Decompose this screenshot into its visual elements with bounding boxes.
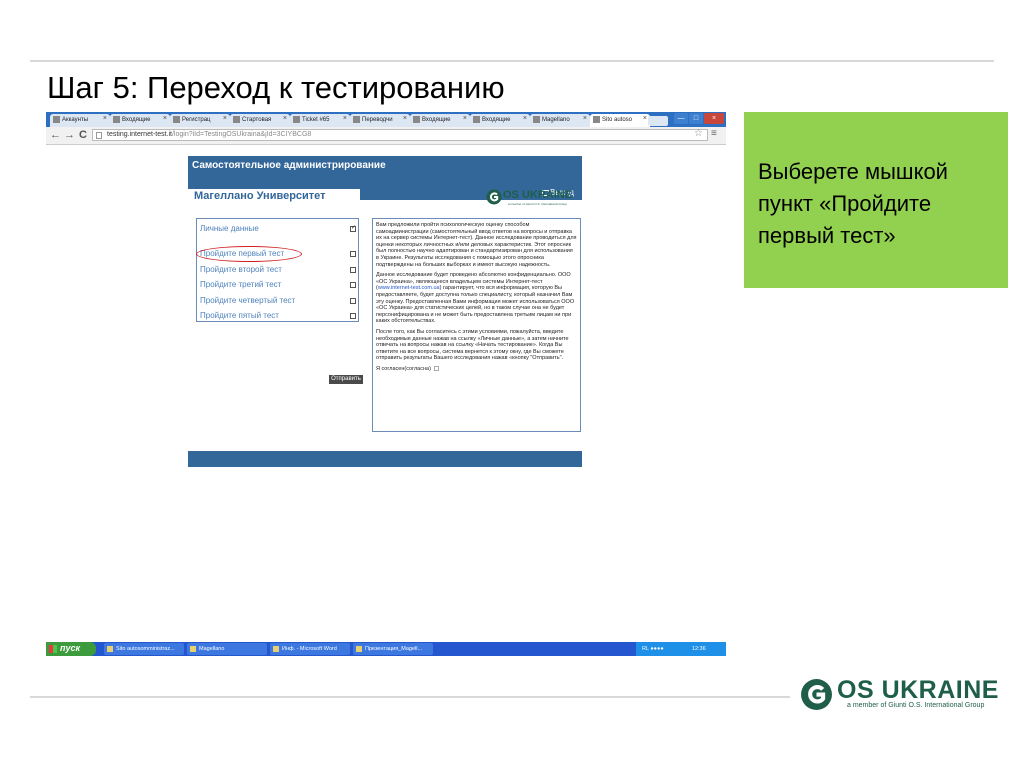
info-paragraph-1: Вам предложили пройти психологическую оц… — [376, 222, 577, 268]
status-checkbox — [350, 224, 356, 232]
taskbar-item[interactable]: Magellano — [187, 643, 267, 655]
browser-tab[interactable]: Magellano × — [530, 114, 590, 127]
powerpoint-icon — [356, 646, 362, 652]
close-window-button[interactable]: × — [704, 113, 724, 124]
browser-toolbar: ← → C testing.internet-test.it/login?iId… — [46, 127, 726, 145]
status-checkbox — [350, 298, 356, 304]
taskbar-item[interactable]: Sito autosomministraz... — [104, 643, 184, 655]
menu-icon[interactable]: ≡ — [711, 128, 717, 139]
app-title: Самостоятельное администрирование — [192, 160, 386, 171]
windows-taskbar: пуск Sito autosomministraz... Magellano … — [46, 642, 726, 656]
tab-favicon-icon — [533, 116, 540, 123]
tab-close-icon[interactable]: × — [403, 115, 407, 122]
tab-favicon-icon — [293, 116, 300, 123]
submit-button[interactable]: Отправить — [329, 375, 363, 384]
tab-favicon-icon — [173, 116, 180, 123]
university-band: Магеллано Университет — [188, 189, 360, 207]
tab-close-icon[interactable]: × — [583, 115, 587, 122]
instruction-note: Выберете мышкой пункт «Пройдите первый т… — [744, 112, 1008, 288]
logo-name: OS UKRAINE — [837, 676, 999, 704]
reload-icon[interactable]: C — [79, 128, 87, 143]
third-test-link[interactable]: Пройдите третий тест — [200, 280, 358, 292]
windows-flag-icon — [49, 645, 57, 653]
university-name: Магеллано Университет — [194, 190, 326, 202]
agree-checkbox[interactable] — [433, 365, 439, 371]
browser-tab[interactable]: Стартовая × — [230, 114, 290, 127]
info-paragraph-2: Данное исследование будет проведено абсо… — [376, 272, 575, 325]
new-tab-button[interactable] — [648, 116, 668, 126]
tab-close-icon[interactable]: × — [223, 115, 227, 122]
taskbar-item[interactable]: Инф. - Microsoft Word — [270, 643, 350, 655]
tab-close-icon[interactable]: × — [643, 115, 647, 122]
tab-close-icon[interactable]: × — [163, 115, 167, 122]
tray-icons: ●●●● — [650, 646, 664, 652]
maximize-button[interactable]: □ — [689, 113, 703, 124]
tab-favicon-icon — [413, 116, 420, 123]
status-checkbox — [350, 251, 356, 257]
browser-tab-bar: Аккаунты × Входящие × Регистрац × Стартовая… — [46, 112, 726, 127]
logo-tagline: a member of Giunti O.S. International Gr… — [847, 702, 985, 709]
app-footer — [188, 451, 582, 467]
fourth-test-link[interactable]: Пройдите четвертый тест — [200, 296, 358, 308]
browser-tab[interactable]: Аккаунты × — [50, 114, 110, 127]
bookmark-star-icon[interactable]: ☆ — [694, 128, 703, 139]
tab-close-icon[interactable]: × — [103, 115, 107, 122]
browser-tab[interactable]: Входящие × — [110, 114, 170, 127]
os-logo-icon — [486, 189, 502, 205]
browser-window: Аккаунты × Входящие × Регистрац × Стартовая… — [46, 112, 726, 654]
app-logo: OS UKRAINE a member of Giunti O.S. Inter… — [486, 189, 582, 209]
internet-test-link[interactable]: www.internet-test.com.ua — [378, 285, 440, 291]
tab-favicon-icon — [53, 116, 60, 123]
highlight-ellipse — [196, 246, 302, 262]
clock: 12:36 — [691, 646, 706, 652]
title-rule — [30, 60, 994, 62]
info-paragraph-3: После того, как Вы согласитесь с этими у… — [376, 328, 569, 362]
browser-tab[interactable]: Ticket #65 × — [290, 114, 350, 127]
tab-favicon-icon — [473, 116, 480, 123]
tab-favicon-icon — [233, 116, 240, 123]
os-ukraine-logo: OS UKRAINE a member of Giunti O.S. Inter… — [800, 676, 998, 716]
system-tray: RL ●●●● 12:36 — [636, 642, 726, 656]
tab-close-icon[interactable]: × — [463, 115, 467, 122]
tests-panel: Личные данные Пройдите первый тест Пройд… — [196, 218, 359, 322]
browser-tab[interactable]: Входящие × — [410, 114, 470, 127]
browser-tab-active[interactable]: Sito autoso × — [590, 114, 650, 127]
tab-close-icon[interactable]: × — [343, 115, 347, 122]
tab-favicon-icon — [113, 116, 120, 123]
url-host: testing.internet-test.it — [107, 131, 172, 138]
back-arrow-icon[interactable]: ← — [50, 128, 61, 143]
browser-tab[interactable]: Переводчи × — [350, 114, 410, 127]
tab-close-icon[interactable]: × — [283, 115, 287, 122]
url-path: /login?iId=TestingOSUkraina&jId=3CIYBCG8 — [171, 131, 312, 138]
chrome-icon — [107, 646, 113, 652]
tab-favicon-icon — [593, 116, 600, 123]
fifth-test-link[interactable]: Пройдите пятый тест — [200, 311, 358, 323]
tab-close-icon[interactable]: × — [523, 115, 527, 122]
agree-row: Я согласен(согласна) — [376, 366, 577, 373]
address-bar[interactable]: testing.internet-test.it/login?iId=Testi… — [92, 129, 708, 141]
minimize-button[interactable]: — — [674, 113, 688, 124]
info-panel: Вам предложили пройти психологическую оц… — [372, 218, 581, 432]
browser-tab[interactable]: Регистрац × — [170, 114, 230, 127]
footer-rule — [30, 696, 790, 698]
slide-title: Шаг 5: Переход к тестированию — [47, 70, 505, 105]
folder-icon — [190, 646, 196, 652]
page-icon — [96, 132, 102, 139]
tab-favicon-icon — [353, 116, 360, 123]
status-checkbox — [350, 267, 356, 273]
taskbar-item[interactable]: Презентация_Magell... — [353, 643, 433, 655]
status-checkbox — [350, 313, 356, 319]
status-checkbox — [350, 282, 356, 288]
personal-data-link[interactable]: Личные данные — [200, 224, 358, 236]
second-test-link[interactable]: Пройдите второй тест — [200, 265, 358, 277]
browser-tab[interactable]: Входящие × — [470, 114, 530, 127]
language-indicator[interactable]: RL — [642, 646, 649, 652]
first-test-link[interactable]: Пройдите первый тест — [196, 246, 358, 262]
forward-arrow-icon[interactable]: → — [64, 128, 75, 143]
os-logo-icon — [801, 679, 832, 710]
word-icon — [273, 646, 279, 652]
start-button[interactable]: пуск — [46, 642, 96, 656]
